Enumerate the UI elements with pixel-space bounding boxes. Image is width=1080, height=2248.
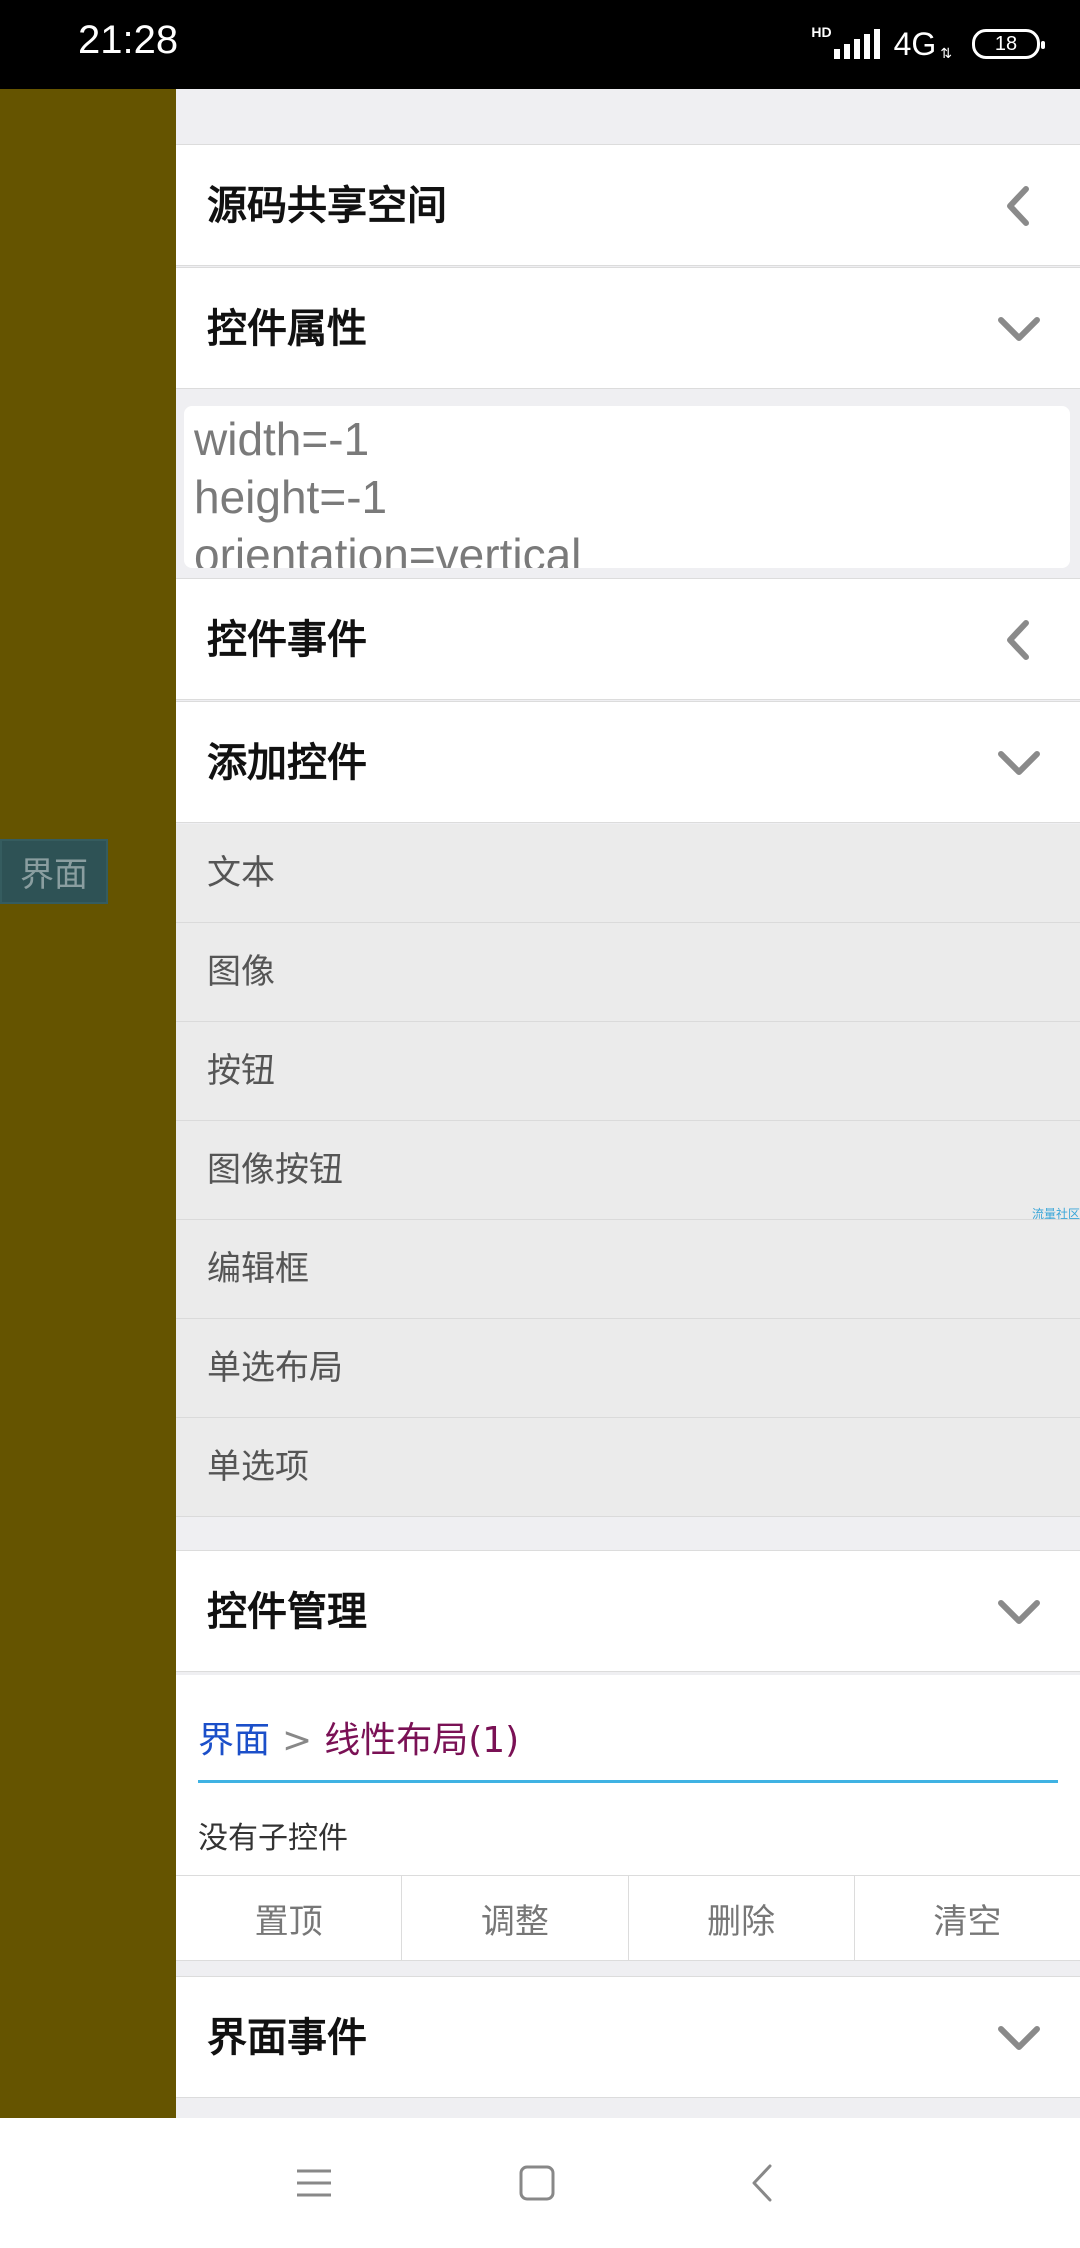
add-item-radio-layout[interactable]: 单选布局 (176, 1319, 1080, 1418)
battery-level: 18 (994, 32, 1018, 55)
item-label: 按钮 (207, 1051, 275, 1091)
item-label: 图像 (207, 952, 275, 992)
network-label: 4G (893, 25, 937, 62)
section-add-control[interactable]: 添加控件 (176, 701, 1080, 823)
section-source-share[interactable]: 源码共享空间 (176, 144, 1080, 266)
add-item-text[interactable]: 文本 (176, 824, 1080, 923)
home-icon[interactable] (514, 2160, 560, 2206)
property-line: height=-1 (194, 471, 388, 523)
add-item-radio-option[interactable]: 单选项 (176, 1418, 1080, 1517)
add-item-edit-box[interactable]: 编辑框 (176, 1220, 1080, 1319)
add-item-image[interactable]: 图像 (176, 923, 1080, 1022)
chevron-down-icon (998, 2026, 1040, 2050)
control-tree-area: 界面 > 线性布局(1) 没有子控件 (176, 1675, 1080, 1890)
main-panel: 源码共享空间 控件属性 width=-1 height=-1 orientati… (176, 89, 1080, 2118)
section-title: 添加控件 (207, 740, 367, 786)
hd-label: HD (811, 24, 832, 40)
section-title: 控件管理 (207, 1589, 367, 1635)
chevron-left-icon (1007, 620, 1029, 660)
add-item-button[interactable]: 按钮 (176, 1022, 1080, 1121)
item-label: 文本 (207, 853, 275, 893)
item-label: 单选布局 (207, 1348, 343, 1388)
clear-button[interactable]: 清空 (855, 1876, 1080, 1960)
back-icon[interactable] (740, 2160, 786, 2206)
properties-textarea[interactable]: width=-1 height=-1 orientation=vertical (184, 406, 1070, 568)
signal-icon (833, 29, 880, 59)
pin-top-button[interactable]: 置顶 (176, 1876, 403, 1960)
left-tab-ui[interactable]: 界面 (0, 839, 108, 904)
chevron-down-icon (998, 317, 1040, 341)
chevron-down-icon (998, 1600, 1040, 1624)
watermark: 流量社区 (1031, 1207, 1080, 1221)
section-control-manage[interactable]: 控件管理 (176, 1550, 1080, 1672)
data-arrows-icon: ⇅ (940, 46, 952, 62)
left-panel[interactable]: 界面 (0, 89, 176, 2118)
section-title: 控件属性 (207, 306, 367, 352)
section-title: 界面事件 (207, 2015, 367, 2061)
status-icons: HD 4G ⇅ 18 (811, 22, 1045, 66)
section-ui-events[interactable]: 界面事件 (176, 1976, 1080, 2098)
section-events[interactable]: 控件事件 (176, 578, 1080, 700)
action-button-row: 置顶 调整 删除 清空 (176, 1875, 1080, 1961)
property-line: width=-1 (194, 413, 370, 465)
section-properties[interactable]: 控件属性 (176, 267, 1080, 389)
item-label: 图像按钮 (207, 1150, 343, 1190)
breadcrumb: 界面 > 线性布局(1) (198, 1711, 519, 1763)
item-label: 编辑框 (207, 1249, 309, 1289)
section-title: 控件事件 (207, 617, 367, 663)
status-bar: 21:28 HD 4G ⇅ 18 (0, 0, 1080, 89)
breadcrumb-underline (198, 1780, 1058, 1783)
item-label: 单选项 (207, 1447, 309, 1487)
property-line: orientation=vertical (194, 529, 582, 568)
breadcrumb-root[interactable]: 界面 (198, 1720, 270, 1761)
status-time: 21:28 (78, 18, 179, 62)
breadcrumb-current[interactable]: 线性布局(1) (324, 1720, 519, 1761)
navigation-bar (0, 2118, 1080, 2248)
battery-icon: 18 (972, 29, 1045, 59)
menu-icon[interactable] (291, 2160, 337, 2206)
add-item-image-button[interactable]: 图像按钮 (176, 1121, 1080, 1220)
adjust-button[interactable]: 调整 (402, 1876, 629, 1960)
section-title: 源码共享空间 (207, 183, 447, 229)
chevron-down-icon (998, 751, 1040, 775)
delete-button[interactable]: 删除 (629, 1876, 855, 1960)
chevron-left-icon (1007, 186, 1029, 226)
no-children-text: 没有子控件 (198, 1821, 348, 1856)
breadcrumb-separator: > (282, 1720, 313, 1761)
